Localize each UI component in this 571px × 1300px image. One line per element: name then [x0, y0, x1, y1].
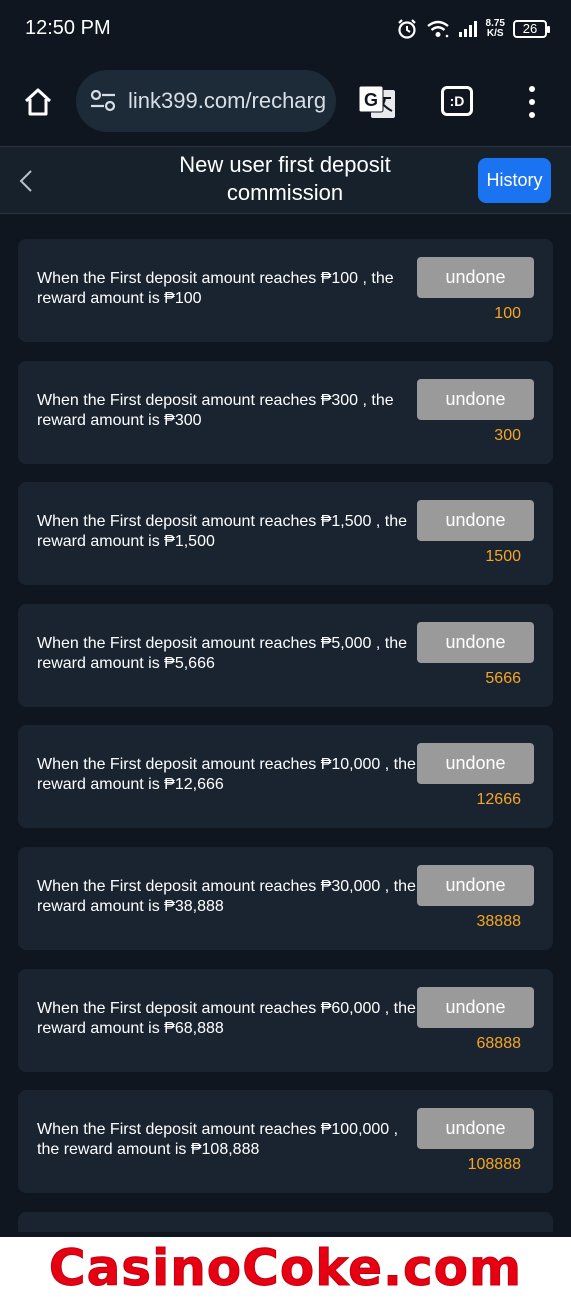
undone-button[interactable]: undone — [417, 743, 534, 785]
reward-card: When the First deposit amount reaches ₱1… — [18, 482, 553, 586]
reward-amount: 100 — [494, 305, 521, 322]
reward-card: When the First deposit amount reaches ₱6… — [18, 968, 553, 1072]
reward-card: When the First deposit amount reaches ₱1… — [18, 725, 553, 829]
signal-icon — [458, 20, 478, 38]
reward-card: When the First deposit amount reaches ₱1… — [18, 1090, 553, 1194]
reward-description: When the First deposit amount reaches ₱1… — [37, 270, 394, 307]
battery-icon: 26 — [513, 20, 550, 38]
page-title: New user first deposit commission — [179, 152, 391, 205]
watermark-text: CasinoCoke.com — [48, 1239, 523, 1298]
reward-list: When the First deposit amount reaches ₱1… — [18, 239, 553, 1250]
reward-card: When the First deposit amount reaches ₱3… — [18, 360, 553, 464]
reward-description: When the First deposit amount reaches ₱1… — [37, 756, 416, 794]
translate-button[interactable]: G — [357, 84, 397, 120]
home-icon — [24, 88, 52, 116]
translate-icon: G — [358, 85, 395, 118]
reward-description: When the First deposit amount reaches ₱6… — [37, 999, 416, 1037]
undone-button[interactable]: undone — [417, 864, 534, 906]
reward-amount: 12666 — [476, 791, 522, 809]
reward-card: When the First deposit amount reaches ₱3… — [18, 846, 553, 950]
home-button[interactable] — [16, 80, 60, 124]
page-header: New user first deposit commission Histor… — [0, 146, 571, 214]
reward-description: When the First deposit amount reaches ₱1… — [37, 513, 407, 551]
battery-level: 26 — [522, 21, 538, 36]
wifi-icon — [426, 19, 450, 39]
watermark-banner: CasinoCoke.com — [0, 1237, 571, 1300]
reward-amount: 68888 — [476, 1034, 522, 1052]
url-text: link399.com/recharg — [128, 88, 327, 113]
reward-card: When the First deposit amount reaches ₱5… — [18, 603, 553, 707]
reward-description: When the First deposit amount reaches ₱3… — [37, 391, 394, 429]
undone-button[interactable]: undone — [417, 1108, 534, 1150]
undone-button[interactable]: undone — [417, 257, 534, 298]
status-icons: 8.75 K/S 26 — [396, 16, 550, 42]
reward-card: When the First deposit amount reaches ₱1… — [18, 239, 553, 342]
reward-description: When the First deposit amount reaches ₱5… — [37, 634, 407, 672]
browser-toolbar: link399.com/recharg G :D — [0, 58, 571, 146]
speed-unit: K/S — [486, 28, 504, 39]
reward-description: When the First deposit amount reaches ₱3… — [37, 877, 416, 915]
reward-amount: 300 — [494, 426, 521, 444]
reward-description: When the First deposit amount reaches ₱1… — [37, 1121, 399, 1159]
svg-text:G: G — [364, 90, 378, 110]
alarm-icon — [396, 18, 418, 40]
status-bar: 12:50 PM 8.75 K/S 26 — [0, 0, 571, 58]
reward-card-partial — [18, 1211, 553, 1232]
reward-amount: 108888 — [467, 1156, 521, 1174]
status-time: 12:50 PM — [25, 17, 111, 39]
desktop-mode-icon: :D — [449, 93, 465, 109]
back-button[interactable] — [12, 165, 40, 197]
desktop-mode-button[interactable]: :D — [441, 86, 473, 116]
site-settings-icon[interactable] — [90, 90, 116, 112]
network-speed: 8.75 K/S — [486, 19, 505, 39]
reward-amount: 5666 — [485, 669, 521, 687]
chevron-left-icon — [19, 170, 32, 192]
reward-amount: 38888 — [476, 912, 522, 930]
more-vert-icon[interactable] — [520, 84, 544, 120]
undone-button[interactable]: undone — [417, 378, 534, 420]
undone-button[interactable]: undone — [417, 500, 534, 542]
address-bar[interactable]: link399.com/recharg — [76, 70, 336, 132]
reward-amount: 1500 — [485, 548, 521, 566]
undone-button[interactable]: undone — [417, 621, 534, 663]
undone-button[interactable]: undone — [417, 986, 534, 1028]
history-button[interactable]: History — [478, 158, 551, 203]
